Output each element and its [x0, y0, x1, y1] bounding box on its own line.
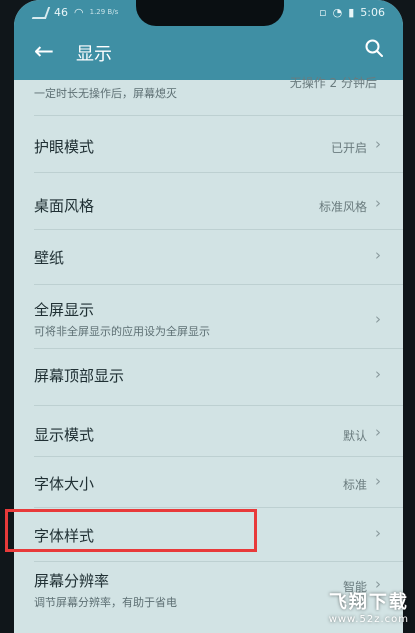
- watermark-text: 飞翔下载: [328, 592, 409, 613]
- chevron-right-icon: ›: [375, 135, 381, 153]
- highlight-box: [5, 509, 257, 552]
- status-right: ▫ ◔ ▮ 5:06: [319, 6, 385, 19]
- settings-row-desktop-style[interactable]: 桌面风格 标准风格 ›: [14, 173, 403, 229]
- search-icon[interactable]: [365, 39, 383, 57]
- site-watermark: 飞翔下载 www.52z.com: [329, 588, 409, 625]
- alarm-icon: ◔: [332, 6, 343, 19]
- row-label: 桌面风格: [34, 197, 95, 215]
- settings-row-eye-comfort[interactable]: 护眼模式 已开启 ›: [14, 116, 403, 172]
- row-label: 字体大小: [34, 475, 95, 493]
- chevron-right-icon: ›: [375, 194, 381, 212]
- chevron-right-icon: ›: [375, 472, 381, 490]
- row-value: 标准风格: [318, 200, 367, 214]
- network-speed: 1.29 B/s: [89, 8, 119, 16]
- settings-row-font-size[interactable]: 字体大小 标准 ›: [14, 457, 403, 507]
- sleep-subtitle: 一定时长无操作后，屏幕熄灭: [34, 87, 177, 100]
- chevron-right-icon: ›: [375, 365, 381, 383]
- row-label: 显示模式: [34, 426, 95, 444]
- settings-row-fullscreen[interactable]: 全屏显示 可将非全屏显示的应用设为全屏显示 ›: [14, 285, 403, 348]
- row-value: 标准: [342, 478, 367, 492]
- settings-row-display-mode[interactable]: 显示模式 默认 ›: [14, 406, 403, 456]
- settings-row-top-display[interactable]: 屏幕顶部显示 ›: [14, 349, 403, 405]
- row-label: 屏幕顶部显示: [34, 367, 125, 385]
- status-time: 5:06: [360, 6, 385, 19]
- chevron-right-icon: ›: [375, 246, 381, 264]
- row-label: 护眼模式: [34, 138, 95, 156]
- row-label: 壁纸: [34, 249, 65, 267]
- notification-icon: ▫: [319, 6, 327, 19]
- chevron-right-icon: ›: [375, 524, 381, 542]
- watermark-url: www.52z.com: [328, 614, 409, 625]
- row-label: 屏幕分辨率: [34, 572, 110, 590]
- status-bar: 46 ◠ 1.29 B/s ▫ ◔ ▮ 5:06: [14, 0, 403, 26]
- chevron-right-icon: ›: [375, 423, 381, 441]
- app-bar: ← 显示: [14, 26, 403, 80]
- chevron-right-icon: ›: [375, 310, 381, 328]
- battery-icon: ▮: [348, 6, 355, 19]
- signal-icon: [31, 6, 51, 19]
- wifi-icon: ◠: [74, 6, 84, 19]
- back-arrow-icon[interactable]: ←: [34, 36, 54, 66]
- page-title: 显示: [76, 44, 112, 65]
- row-value: 默认: [342, 429, 367, 443]
- camera-notch: [136, 0, 284, 26]
- row-label: 全屏显示: [34, 301, 95, 319]
- settings-row-sleep[interactable]: 一定时长无操作后，屏幕熄灭 无操作 2 分钟后: [14, 76, 403, 115]
- settings-row-wallpaper[interactable]: 壁纸 ›: [14, 230, 403, 284]
- status-left: 46 ◠ 1.29 B/s: [31, 6, 119, 19]
- row-value: 已开启: [330, 141, 367, 155]
- row-subtitle: 可将非全屏显示的应用设为全屏显示: [34, 325, 210, 338]
- row-subtitle: 调节屏幕分辨率，有助于省电: [34, 596, 177, 609]
- signal-text: 46: [54, 6, 68, 19]
- sleep-value: 无操作 2 分钟后: [289, 76, 377, 90]
